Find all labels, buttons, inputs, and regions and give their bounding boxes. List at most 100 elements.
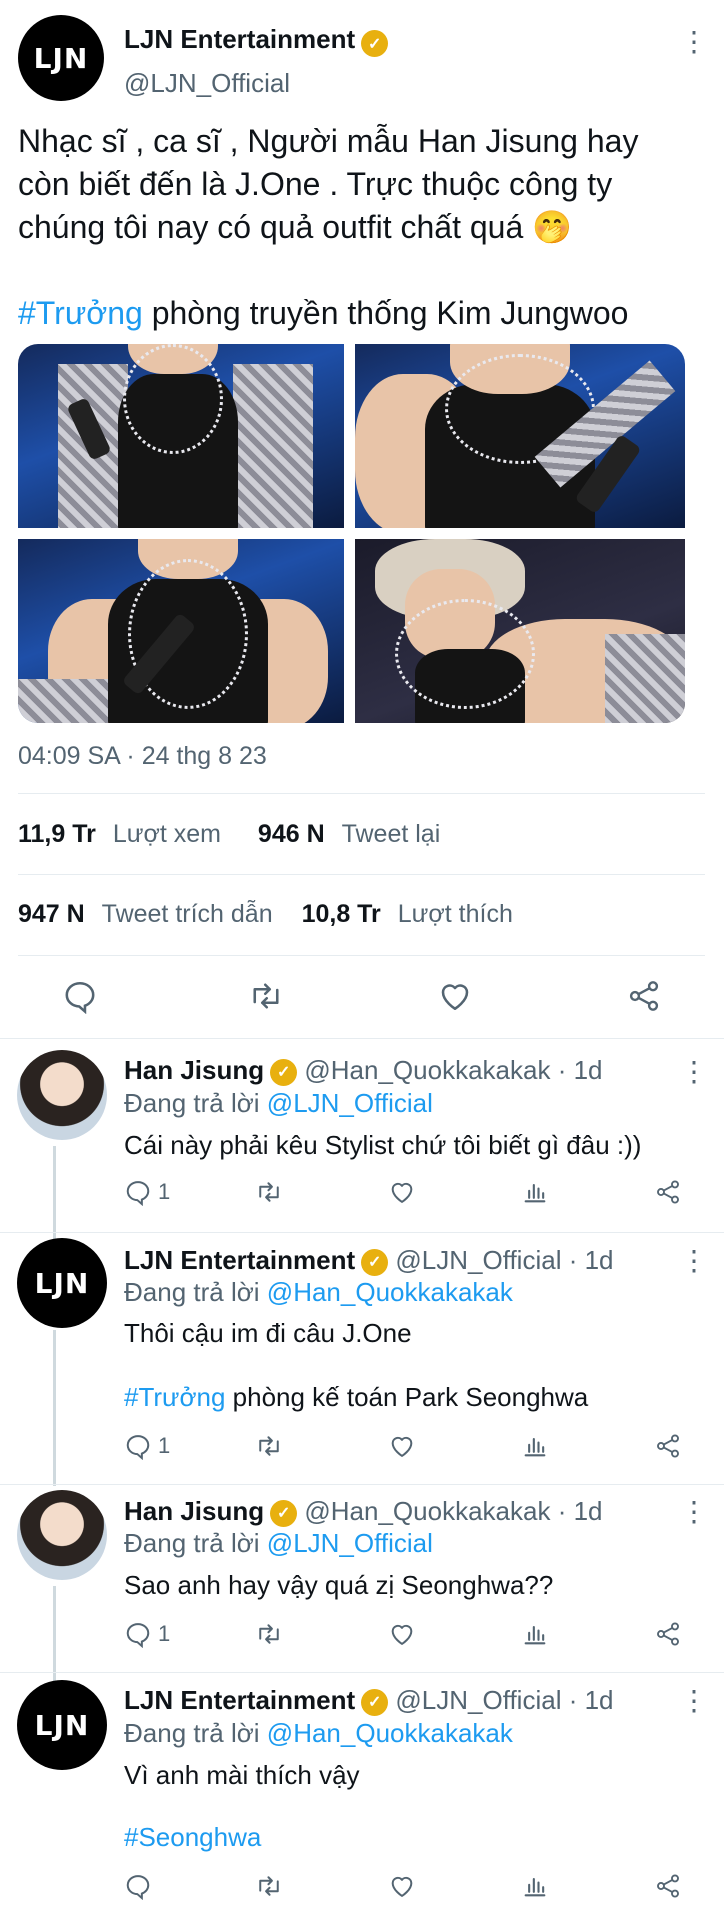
divider <box>18 793 705 794</box>
replying-to-label: Đang trả lời <box>124 1088 260 1118</box>
tweet-photo-2[interactable] <box>355 344 685 528</box>
author-name[interactable]: LJN Entertainment <box>124 24 355 54</box>
heart-icon[interactable] <box>388 1432 416 1460</box>
analytics-icon[interactable] <box>521 1872 549 1900</box>
likes-label[interactable]: Lượt thích <box>398 900 513 928</box>
stats-row-quotes: 947 N Tweet trích dẫn 10,8 Tr Lượt thích <box>18 900 513 929</box>
reply-button[interactable]: 1 <box>124 1620 170 1648</box>
retweet-icon[interactable] <box>255 1872 283 1900</box>
reply-author-avatar[interactable]: LJN <box>17 1238 107 1328</box>
divider <box>0 1484 724 1485</box>
reply-author-name[interactable]: Han Jisung <box>124 1496 264 1526</box>
more-options-icon[interactable]: ⋮ <box>680 1247 708 1275</box>
tweet-photo-1[interactable] <box>18 344 344 528</box>
reply-action-bar: 1 <box>124 1620 684 1652</box>
share-icon[interactable] <box>654 1432 682 1460</box>
reply-icon[interactable] <box>124 1178 152 1206</box>
retweet-icon[interactable] <box>248 978 284 1014</box>
likes-count[interactable]: 10,8 Tr <box>302 900 381 928</box>
hashtag-link[interactable]: #Trưởng <box>124 1382 225 1412</box>
divider <box>0 1038 724 1039</box>
reply-time[interactable]: · 1d <box>558 1496 603 1526</box>
more-options-icon[interactable]: ⋮ <box>680 1498 708 1526</box>
views-label[interactable]: Lượt xem <box>113 820 221 848</box>
heart-icon[interactable] <box>388 1872 416 1900</box>
divider <box>0 1672 724 1673</box>
thread-line <box>53 1146 56 1242</box>
replying-to-label: Đang trả lời <box>124 1528 260 1558</box>
verified-badge-icon: ✓ <box>361 1688 389 1716</box>
reply-author-handle[interactable]: @Han_Quokkakakak <box>304 1055 550 1085</box>
divider <box>0 1232 724 1233</box>
tweet-text-line: chúng tôi nay có quả outfit chất quá 🤭 <box>18 209 572 245</box>
heart-icon[interactable] <box>388 1620 416 1648</box>
replying-to-label: Đang trả lời <box>124 1277 260 1307</box>
quotes-count[interactable]: 947 N <box>18 900 85 928</box>
hashtag-link[interactable]: #Trưởng <box>18 295 143 331</box>
share-icon[interactable] <box>626 978 662 1014</box>
reply-action-bar: 1 <box>124 1178 684 1210</box>
analytics-icon[interactable] <box>521 1432 549 1460</box>
reply-author-avatar[interactable] <box>17 1490 107 1580</box>
share-icon[interactable] <box>654 1178 682 1206</box>
quotes-label[interactable]: Tweet trích dẫn <box>102 900 273 928</box>
reply-author-handle[interactable]: @LJN_Official <box>395 1245 561 1275</box>
main-action-bar <box>0 978 724 1018</box>
reply-icon[interactable] <box>124 1432 152 1460</box>
reply-time[interactable]: · 1d <box>558 1055 603 1085</box>
reply-button[interactable]: 1 <box>124 1432 170 1460</box>
reply-author-name[interactable]: Han Jisung <box>124 1055 264 1085</box>
reply-author-handle[interactable]: @LJN_Official <box>395 1685 561 1715</box>
reply-author-name[interactable]: LJN Entertainment <box>124 1685 355 1715</box>
more-options-icon[interactable]: ⋮ <box>680 28 708 56</box>
retweets-count[interactable]: 946 N <box>258 820 325 848</box>
reply-text: Thôi cậu im đi câu J.One <box>124 1318 412 1348</box>
analytics-icon[interactable] <box>521 1620 549 1648</box>
hashtag-rest: phòng kế toán Park Seonghwa <box>232 1382 589 1412</box>
heart-icon[interactable] <box>388 1178 416 1206</box>
retweet-icon[interactable] <box>255 1178 283 1206</box>
author-handle[interactable]: @LJN_Official <box>124 68 290 99</box>
share-icon[interactable] <box>654 1620 682 1648</box>
retweets-label[interactable]: Tweet lại <box>342 820 441 848</box>
reply-text: Cái này phải kêu Stylist chứ tôi biết gì… <box>124 1130 642 1160</box>
hashtag-rest: phòng truyền thống Kim Jungwoo <box>151 295 629 331</box>
replying-to-link[interactable]: @Han_Quokkakakak <box>267 1277 513 1307</box>
verified-badge-icon: ✓ <box>270 1058 298 1086</box>
reply-action-bar <box>124 1872 684 1904</box>
reply-time[interactable]: · 1d <box>569 1245 614 1275</box>
reply-time[interactable]: · 1d <box>569 1685 614 1715</box>
tweet-photo-4[interactable] <box>355 539 685 723</box>
heart-icon[interactable] <box>437 978 473 1014</box>
stats-row-views: 11,9 Tr Lượt xem 946 N Tweet lại <box>18 820 440 849</box>
reply-icon[interactable] <box>62 978 98 1014</box>
retweet-icon[interactable] <box>255 1620 283 1648</box>
replying-to-link[interactable]: @LJN_Official <box>267 1088 433 1118</box>
replying-to-link[interactable]: @LJN_Official <box>267 1528 433 1558</box>
reply-count: 1 <box>158 1433 171 1458</box>
author-avatar[interactable]: LJN <box>18 15 104 101</box>
reply-author-name[interactable]: LJN Entertainment <box>124 1245 355 1275</box>
analytics-icon[interactable] <box>521 1178 549 1206</box>
reply-author-avatar[interactable]: LJN <box>17 1680 107 1770</box>
reply-icon[interactable] <box>124 1872 152 1900</box>
tweet-timestamp[interactable]: 04:09 SA · 24 thg 8 23 <box>18 742 267 771</box>
tweet-text: Nhạc sĩ , ca sĩ , Người mẫu Han Jisung h… <box>18 120 708 335</box>
share-icon[interactable] <box>654 1872 682 1900</box>
reply-author-handle[interactable]: @Han_Quokkakakak <box>304 1496 550 1526</box>
reply-author-avatar[interactable] <box>17 1050 107 1140</box>
more-options-icon[interactable]: ⋮ <box>680 1058 708 1086</box>
verified-badge-icon: ✓ <box>270 1499 298 1527</box>
replying-to-link[interactable]: @Han_Quokkakakak <box>267 1718 513 1748</box>
reply-button[interactable]: 1 <box>124 1178 170 1206</box>
divider <box>18 874 705 875</box>
tweet-photo-3[interactable] <box>18 539 344 723</box>
thread-line <box>53 1330 56 1486</box>
reply-action-bar: 1 <box>124 1432 684 1464</box>
hashtag-link[interactable]: #Seonghwa <box>124 1822 261 1853</box>
more-options-icon[interactable]: ⋮ <box>680 1687 708 1715</box>
reply-icon[interactable] <box>124 1620 152 1648</box>
retweet-icon[interactable] <box>255 1432 283 1460</box>
tweet-text-line: còn biết đến là J.One . Trực thuộc công … <box>18 166 613 202</box>
views-count[interactable]: 11,9 Tr <box>18 820 96 848</box>
